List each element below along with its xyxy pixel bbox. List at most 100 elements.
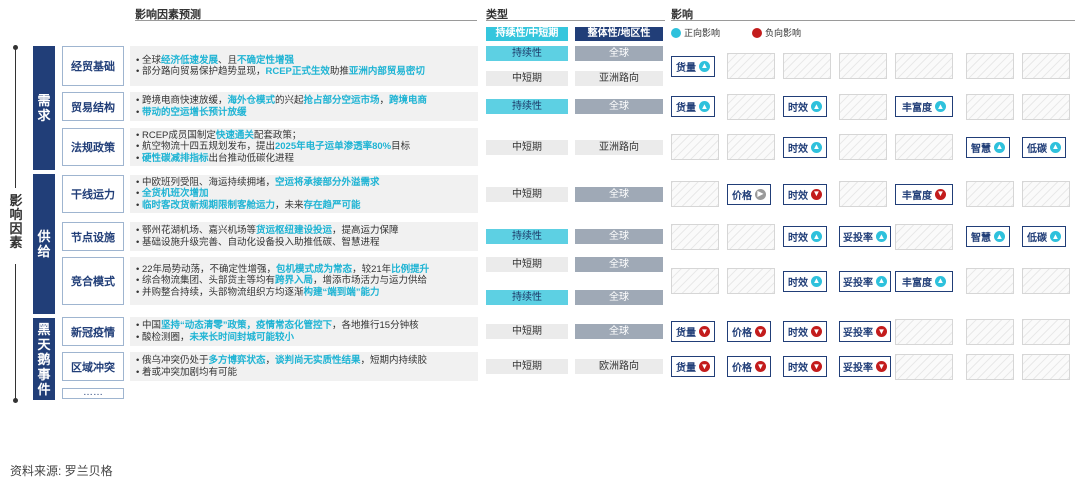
impact-label: 智慧: [971, 233, 991, 244]
arrow-up-icon: ▲: [811, 101, 822, 112]
impact-empty-cell: [1022, 53, 1070, 79]
impact-label: 时效: [788, 363, 808, 374]
highlight-text: 货运枢纽建设投运: [255, 225, 332, 236]
impact-smart: 智慧 ▲: [966, 226, 1010, 247]
legend-positive: 正向影响: [671, 26, 720, 39]
plain-text: 部分路向贸易保护趋势显现，: [141, 66, 266, 77]
impact-label: 价格: [732, 328, 752, 339]
arrow-up-icon: ▲: [811, 275, 822, 287]
impact-empty-cell: [1022, 93, 1070, 120]
type-scope-pill: 全球: [575, 99, 663, 114]
impact-empty-cell: [966, 268, 1014, 294]
impact-label: 时效: [788, 143, 808, 155]
impact-empty-cell: [839, 181, 887, 207]
factor-trade-base: 经贸基础: [62, 46, 124, 86]
highlight-text: RCEP正式生效: [265, 66, 330, 77]
group-label-char: 事: [37, 366, 51, 382]
group-label-char: 黑: [37, 321, 51, 337]
description-line: • 鄂州花湖机场、嘉兴机场等货运枢纽建设投运，提高运力保障: [136, 225, 474, 237]
description-line: • 部分路向贸易保护趋势显现，RCEP正式生效助推亚洲内部贸易密切: [136, 66, 474, 78]
description-line: • 跨境电商快速放缓，海外仓模式的兴起抢占部分空运市场，跨境电商: [136, 95, 474, 107]
plain-text: 酸检测圈，: [141, 331, 190, 343]
plain-text: ，: [265, 355, 276, 366]
plain-text: 目标: [391, 141, 411, 153]
impact-empty-cell: [671, 223, 719, 250]
impact-timeliness: 时效 ▼: [783, 356, 827, 377]
impact-smart: 智慧 ▲: [966, 136, 1010, 158]
arrow-up-icon: ▲: [811, 141, 822, 153]
impact-label: 时效: [788, 103, 808, 114]
impact-timeliness: 时效 ▲: [783, 136, 827, 158]
description-regional-conflict: • 俄乌冲突仍处于多方博弈状态，谈判尚无实质性结果，短期内持续胶 • 着或冲突加剧…: [130, 352, 478, 381]
plain-text: 助推: [329, 66, 349, 77]
arrow-up-icon: ▲: [699, 101, 710, 112]
axis-label: 影响因素: [9, 194, 23, 250]
description-trade-base: • 全球经济低速发展、且不确定性增强 • 部分路向贸易保护趋势显现，RCEP正式生…: [130, 46, 478, 86]
impact-label: 智慧: [971, 143, 991, 155]
figure: { "headers":{"factors_forecast":"影响因素预测"…: [0, 0, 1080, 488]
group-label-char: 需: [37, 93, 51, 108]
highlight-text: 跨境电商: [389, 95, 428, 106]
impact-volume: 货量 ▲: [671, 96, 715, 117]
impact-on-time-rate: 妥投率 ▲: [839, 270, 891, 292]
highlight-text: 亚洲内部贸易密切: [348, 66, 425, 77]
legend-negative-label: 负向影响: [765, 28, 802, 38]
impact-empty-cell: [671, 134, 719, 160]
description-node-facility: • 鄂州花湖机场、嘉兴机场等货运枢纽建设投运，提高运力保障 • 基础设施升级完善、…: [130, 222, 478, 251]
group-label-char: 鹅: [37, 351, 51, 367]
plain-text: 基础设施升级完善、自动化设备投入助推低碳、智慧进程: [141, 236, 380, 248]
header-divider: [486, 20, 665, 21]
impact-label: 低碳: [1027, 143, 1047, 155]
plain-text: ，短期内持续胶: [360, 355, 428, 366]
axis-line: [15, 48, 16, 188]
impact-timeliness: 时效 ▼: [783, 321, 827, 342]
group-supply: 供给: [33, 174, 55, 314]
impact-label: 时效: [788, 233, 808, 244]
arrow-down-icon: ▼: [876, 361, 887, 372]
plain-text: 鄂州花湖机场、嘉兴机场等: [141, 225, 256, 236]
arrow-up-icon: ▲: [994, 231, 1005, 242]
factor-regional-conflict: 区域冲突: [62, 352, 124, 381]
type-sustain-pill: 持续性: [486, 46, 568, 61]
impact-empty-cell: [671, 268, 719, 294]
impact-empty-cell: [727, 53, 775, 79]
plain-text: 跨境电商快速放缓，: [141, 95, 228, 106]
impact-empty-cell: [895, 318, 953, 345]
highlight-text: 海外仓模式: [227, 95, 275, 106]
group-demand: 需求: [33, 46, 55, 170]
impact-timeliness: 时效 ▲: [783, 96, 827, 117]
plain-text: 中国: [141, 320, 161, 331]
plain-text: RCEP成员国制定: [141, 129, 216, 141]
impact-empty-cell: [1022, 318, 1070, 345]
plain-text: 中欧班列受阻、海运持续拥堵，: [141, 176, 275, 188]
impact-price: 价格 ▼: [727, 356, 771, 377]
type-tag-scope: 整体性/地区性: [575, 27, 663, 41]
highlight-text: 快速通关: [215, 129, 254, 141]
impact-empty-cell: [727, 223, 775, 250]
axis-label-char: 响: [9, 207, 23, 222]
arrow-up-icon: ▲: [811, 231, 822, 242]
factor-competition: 竞合模式: [62, 257, 124, 305]
description-line: • 基础设施升级完善、自动化设备投入助推低碳、智慧进程: [136, 237, 474, 249]
impact-label: 丰富度: [902, 277, 932, 289]
plain-text: ，提高运力保障: [332, 225, 399, 236]
impact-empty-cell: [966, 318, 1014, 345]
arrow-down-icon: ▼: [755, 361, 766, 372]
plain-text: ，增添市场活力与运力供给: [313, 275, 428, 287]
impact-empty-cell: [1022, 268, 1070, 294]
impact-label: 时效: [788, 277, 808, 289]
impact-label: 货量: [676, 103, 696, 114]
arrow-down-icon: ▼: [811, 326, 822, 337]
group-label-char: 供: [37, 229, 51, 244]
impact-label: 妥投率: [843, 363, 873, 374]
arrow-up-icon: ▲: [699, 60, 710, 72]
axis-bottom-dot: [13, 398, 18, 403]
group-label-char: 件: [37, 381, 51, 397]
impact-empty-cell: [727, 268, 775, 294]
impact-empty-cell: [966, 181, 1014, 207]
impact-empty-cell: [839, 53, 887, 79]
highlight-text: 包机模式成为常态: [276, 263, 353, 275]
negative-dot-icon: [752, 27, 762, 38]
arrow-down-icon: ▼: [876, 326, 887, 337]
type-scope-pill: 全球: [575, 290, 663, 305]
